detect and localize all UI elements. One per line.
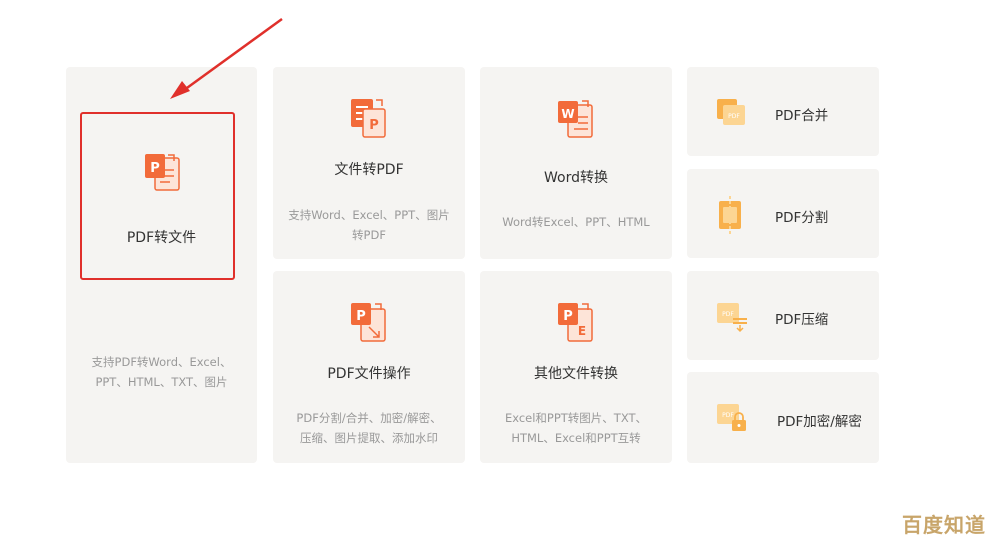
pdf-compress-icon: PDF: [717, 303, 747, 333]
svg-text:W: W: [561, 107, 574, 121]
card-description: Excel和PPT转图片、TXT、 HTML、Excel和PPT互转: [488, 408, 664, 448]
pdf-split-icon: [719, 196, 741, 234]
tool-label: PDF加密/解密: [777, 414, 862, 430]
annotation-arrow-icon: [170, 17, 283, 99]
card-description-line: PPT、HTML、TXT、图片: [95, 375, 228, 389]
pdf-encrypt-tool[interactable]: PDF PDF加密/解密: [687, 372, 879, 463]
card-title: Word转换: [544, 170, 608, 186]
card-title: 其他文件转换: [534, 366, 618, 382]
pdf-operations-card[interactable]: P PDF文件操作 PDF分割/合并、加密/解密、 压缩、图片提取、添加水印: [273, 271, 465, 463]
tool-label: PDF合并: [775, 108, 829, 124]
card-description: Word转Excel、PPT、HTML: [488, 212, 664, 232]
svg-text:P: P: [563, 309, 573, 324]
other-convert-card[interactable]: E P 其他文件转换 Excel和PPT转图片、TXT、 HTML、Excel和…: [480, 271, 672, 463]
pdf-merge-icon: PDF: [717, 99, 745, 125]
card-description-line: Excel和PPT转图片、TXT、: [504, 411, 648, 425]
card-title: 文件转PDF: [334, 162, 404, 178]
card-description-line: HTML、Excel和PPT互转: [511, 431, 641, 445]
card-description-line: 压缩、图片提取、添加水印: [300, 431, 438, 445]
file-to-pdf-icon: P: [351, 99, 386, 138]
pdf-badge-text: PDF: [728, 113, 740, 120]
card-description-line: 支持Word、Excel、PPT、图片: [288, 208, 450, 222]
word-convert-card[interactable]: W Word转换 Word转Excel、PPT、HTML: [480, 67, 672, 259]
card-description-line: 转PDF: [352, 228, 386, 242]
tool-label: PDF压缩: [775, 312, 829, 328]
card-description-line: PDF分割/合并、加密/解密、: [296, 411, 442, 425]
card-title: PDF文件操作: [327, 366, 411, 382]
word-convert-icon: W: [558, 100, 593, 138]
card-description-line: 支持PDF转Word、Excel、: [91, 355, 232, 369]
tool-label: PDF分割: [775, 210, 829, 226]
highlight-box: [80, 112, 235, 280]
other-convert-icon: E P: [558, 303, 593, 342]
pdf-split-tool[interactable]: PDF分割: [687, 169, 879, 258]
pdf-merge-tool[interactable]: PDF PDF合并: [687, 67, 879, 156]
pdf-badge-text: PDF: [722, 412, 734, 419]
card-description: 支持PDF转Word、Excel、 PPT、HTML、TXT、图片: [74, 352, 249, 392]
card-description-line: Word转Excel、PPT、HTML: [502, 215, 650, 229]
card-description: PDF分割/合并、加密/解密、 压缩、图片提取、添加水印: [281, 408, 457, 448]
card-description: 支持Word、Excel、PPT、图片 转PDF: [281, 205, 457, 245]
pdf-compress-tool[interactable]: PDF PDF压缩: [687, 271, 879, 360]
pdf-encrypt-icon: PDF: [717, 404, 746, 431]
pdf-badge-text: PDF: [722, 311, 734, 318]
watermark: 百度知道: [902, 513, 986, 537]
svg-text:P: P: [356, 309, 366, 324]
pdf-operations-icon: P: [351, 303, 386, 342]
svg-text:P: P: [369, 118, 379, 133]
file-to-pdf-card[interactable]: P 文件转PDF 支持Word、Excel、PPT、图片 转PDF: [273, 67, 465, 259]
svg-text:E: E: [578, 324, 586, 338]
